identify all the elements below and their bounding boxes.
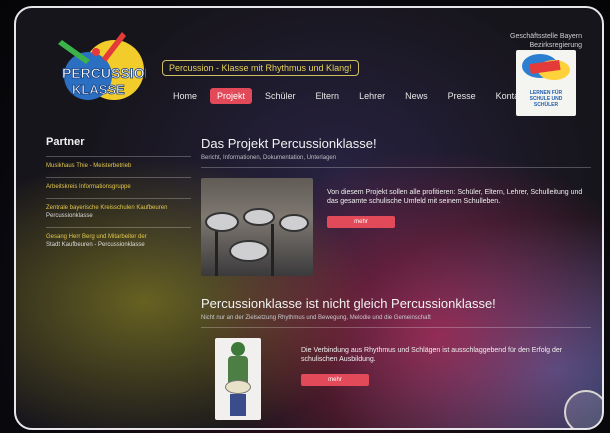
office-line-1: Geschäftsstelle Bayern [510, 33, 582, 40]
more-button[interactable]: mehr [301, 374, 369, 386]
sidebar-item[interactable]: Musikhaus Thie - Meisterbetrieb [46, 156, 191, 177]
figure-shape [231, 342, 245, 356]
section-text: Die Verbindung aus Rhythmus und Schlägen… [301, 347, 563, 363]
badge-text: LERNEN FÜR SCHULE UND SCHÜLER [529, 90, 563, 108]
office-line-2: Bezirksregierung [529, 42, 582, 49]
site-header: PERCUSSION KLASSE Percussion - Klasse mi… [16, 8, 602, 120]
logo-text-1: PERCUSSION [62, 65, 146, 81]
figure-shape [230, 394, 246, 416]
sidebar-item[interactable]: Gesang Herr Berg und Mitarbeiter der Sta… [46, 227, 191, 256]
nav-presse[interactable]: Presse [441, 88, 483, 104]
sidebar-title: Partner [46, 136, 85, 148]
tagline: Percussion - Klasse mit Rhythmus und Kla… [162, 60, 359, 76]
sidebar-subtext: Stadt Kaufbeuren - Percussionklasse [46, 242, 145, 248]
nav-eltern[interactable]: Eltern [309, 88, 347, 104]
section-subtitle: Bericht, Informationen, Dokumentation, U… [201, 155, 591, 168]
drum-stand [271, 224, 274, 276]
nav-projekt[interactable]: Projekt [210, 88, 253, 104]
main-content: Das Projekt Percussionklasse! Bericht, I… [201, 136, 591, 420]
drum-shape [279, 214, 309, 232]
section-title: Das Projekt Percussionklasse! [201, 136, 377, 151]
section-text: Von diesem Projekt sollen alle profitier… [327, 189, 583, 205]
section-projekt: Das Projekt Percussionklasse! Bericht, I… [201, 136, 591, 276]
sidebar-item[interactable]: Arbeitskreis Informationsgruppe [46, 177, 191, 198]
section-info: Percussionklasse ist nicht gleich Percus… [201, 296, 591, 420]
screen-frame: PERCUSSION KLASSE Percussion - Klasse mi… [14, 6, 604, 430]
nav-news[interactable]: News [398, 88, 435, 104]
sidebar-item[interactable]: Zentrale bayerische Kreisschulen Kaufbeu… [46, 198, 191, 227]
sidebar-link[interactable]: Gesang Herr Berg und Mitarbeiter der [46, 233, 191, 241]
figure-drum [225, 380, 251, 394]
section-title: Percussionklasse ist nicht gleich Percus… [201, 296, 496, 311]
drum-shape [205, 212, 239, 232]
drum-stand [215, 228, 218, 276]
office-info: Geschäftsstelle Bayern Bezirksregierung [498, 32, 582, 50]
drum-shape [243, 208, 275, 226]
section-subtitle: Nicht nur an der Zielsetzung Rhythmus un… [201, 315, 591, 328]
main-nav: Home Projekt Schüler Eltern Lehrer News … [166, 88, 533, 104]
corner-scribble [564, 390, 602, 428]
sidebar-link[interactable]: Zentrale bayerische Kreisschulen Kaufbeu… [46, 204, 191, 212]
logo-text-2: KLASSE [72, 82, 125, 97]
sidebar-link[interactable]: Arbeitskreis Informationsgruppe [46, 183, 191, 191]
nav-lehrer[interactable]: Lehrer [352, 88, 392, 104]
sidebar-link[interactable]: Musikhaus Thie - Meisterbetrieb [46, 162, 191, 170]
partner-sidebar: Partner Musikhaus Thie - Meisterbetrieb … [46, 136, 191, 256]
more-button[interactable]: mehr [327, 216, 395, 228]
drum-shape [229, 240, 269, 262]
sidebar-subtext: Percussionklasse [46, 213, 93, 219]
office-badge[interactable]: LERNEN FÜR SCHULE UND SCHÜLER [516, 50, 576, 116]
drum-photo [201, 178, 313, 276]
nav-schueler[interactable]: Schüler [258, 88, 303, 104]
nav-home[interactable]: Home [166, 88, 204, 104]
drummer-illustration [215, 338, 261, 420]
percussion-klasse-logo[interactable]: PERCUSSION KLASSE [56, 30, 146, 108]
